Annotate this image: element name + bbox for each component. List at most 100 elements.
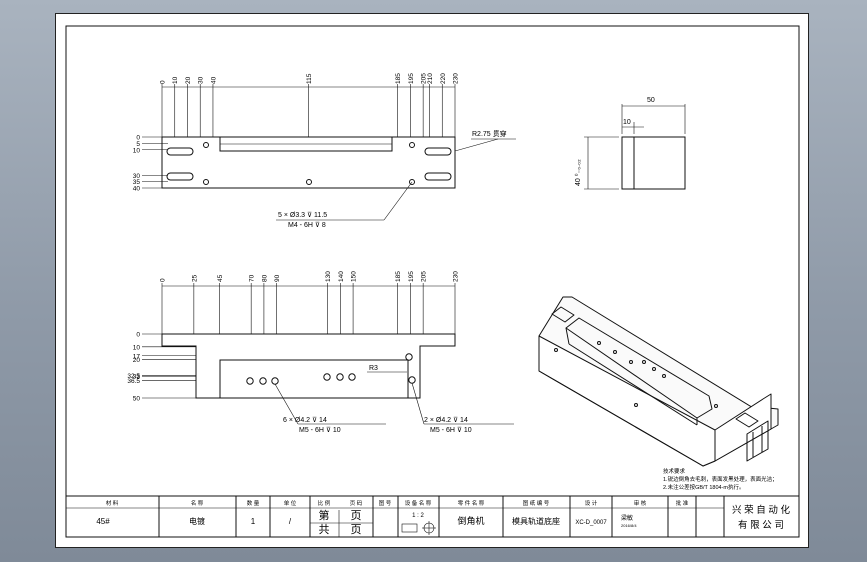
top-dim-label: 210 <box>427 73 434 84</box>
top-view-dimensions: 0 10 20 30 40 115 185 195 205 210 220 2300510303540 <box>133 73 460 193</box>
title-block-header: 设 备 名 称 <box>405 499 432 507</box>
title-block-header: 图 纸 编 号 <box>523 499 550 507</box>
hole <box>259 377 267 385</box>
title-block <box>66 495 799 537</box>
material-value: 45# <box>96 517 110 526</box>
front-view-pocket <box>219 359 409 399</box>
company-line-2: 有 限 公 司 <box>738 519 784 531</box>
title-block-header: 页 码 <box>350 499 363 507</box>
slot-bottom-right <box>424 172 452 181</box>
title-block-header: 数 量 <box>247 499 260 507</box>
front-dim-label: 205 <box>421 271 428 282</box>
title-block-header: 名 称 <box>191 499 204 507</box>
side-width-dim: 50 <box>647 97 655 104</box>
title-block-headers: 材 料名 称数 量单 位比 例页 码图 号设 备 名 称零 件 名 称图 纸 编… <box>106 499 689 507</box>
hole <box>408 376 416 384</box>
front-view <box>161 333 456 399</box>
front-dim-label: 45 <box>217 274 224 282</box>
hole <box>348 373 356 381</box>
title-block-header: 比 例 <box>318 499 331 507</box>
title-block-header: 材 料 <box>106 499 119 507</box>
sheet-label-1: 第 <box>319 508 330 522</box>
front-dim-label: 185 <box>395 271 402 282</box>
title-block-header: 单 位 <box>284 499 297 507</box>
scale-value: 1 : 2 <box>412 513 424 519</box>
notes-line-1: 1.锐边倒角去毛刺，表面发黑处理，表面光洁； <box>663 475 778 483</box>
top-dim-label: 0 <box>160 80 167 84</box>
front-dim-label: 25 <box>191 274 198 282</box>
notes-line-2: 2.未注公差按GB/T 1804-m执行。 <box>663 483 745 491</box>
radius-callout: R3 <box>369 365 378 372</box>
notes-title: 技术要求 <box>663 467 686 475</box>
hole <box>246 377 254 385</box>
front-dim-label: 130 <box>325 271 332 282</box>
part-name-value: 模具轨道底座 <box>512 516 560 526</box>
front-dim-label: 70 <box>249 274 256 282</box>
side-small-dim: 10 <box>623 119 631 126</box>
top-dim-label: 220 <box>440 73 447 84</box>
front-dim-label: 195 <box>408 271 415 282</box>
top-dim-label: 185 <box>395 73 402 84</box>
title-block-header: 设 计 <box>585 499 598 507</box>
side-view <box>584 104 686 190</box>
front-left-callout-1: 6 × Ø4.2 ⊽ 14 <box>283 416 327 424</box>
top-view-outline <box>161 136 456 189</box>
top-dim-label: 40 <box>133 186 141 193</box>
company-line-1: 兴 荣 自 动 化 <box>732 504 791 516</box>
hole-callout-line-1: 5 × Ø3.3 ⊽ 11.5 <box>278 211 327 219</box>
front-dim-label: 150 <box>351 271 358 282</box>
cad-viewport: 0 10 20 30 40 115 185 195 205 210 220 230 0 5 10 30 35 40… <box>0 0 867 562</box>
side-height-dim: 40 ⁰₋₀.₀₂ <box>574 159 582 186</box>
top-dim-label: 115 <box>306 73 313 84</box>
top-dim-label: 195 <box>408 73 415 84</box>
drawing-sheet: 0 10 20 30 40 115 185 195 205 210 220 230 0 5 10 30 35 40… <box>55 13 809 548</box>
hole <box>271 377 279 385</box>
title-block-header: 图 号 <box>379 499 392 507</box>
hole <box>323 373 331 381</box>
sheet-label-2: 页 <box>351 510 362 522</box>
top-dim-label: 10 <box>172 76 179 84</box>
front-dim-label: 50 <box>133 396 141 403</box>
hole <box>306 179 312 185</box>
top-dim-label: 10 <box>133 147 141 154</box>
drawing-no-value: XC-D_0007 <box>575 520 607 526</box>
drawing-canvas: 0 10 20 30 40 115 185 195 205 210 220 2300510303540… <box>65 25 800 538</box>
slot-top-left <box>166 147 194 156</box>
quantity-value: 1 <box>251 517 256 526</box>
front-view-outline <box>161 333 456 399</box>
title-block-header: 审 核 <box>634 499 647 507</box>
slot-top-right <box>424 147 452 156</box>
isometric-view <box>538 296 779 467</box>
title-block-header: 批 准 <box>676 499 689 507</box>
slot-callout: R2.75 贯穿 <box>472 129 507 138</box>
front-dim-label: 0 <box>136 332 140 339</box>
top-dim-label: 230 <box>453 73 460 84</box>
hole <box>336 373 344 381</box>
front-dim-label: 230 <box>453 271 460 282</box>
hole <box>405 353 413 361</box>
front-dim-label: 90 <box>274 274 281 282</box>
front-left-callout-2: M5 - 6H ⊽ 10 <box>299 426 341 434</box>
slot-bottom-left <box>166 172 194 181</box>
top-dim-label: 30 <box>198 76 205 84</box>
front-right-callout-1: 2 × Ø4.2 ⊽ 14 <box>424 416 468 424</box>
front-dim-label: 10 <box>133 344 141 351</box>
front-dim-label: 140 <box>338 271 345 282</box>
top-dim-label: 20 <box>185 76 192 84</box>
hole-callout-line-2: M4 - 6H ⊽ 8 <box>288 221 326 229</box>
front-right-callout-2: M5 - 6H ⊽ 10 <box>430 426 472 434</box>
top-dim-label: 40 <box>210 76 217 84</box>
sheet-label-3: 共 <box>319 523 330 536</box>
front-dim-label: 20 <box>133 357 141 364</box>
unit-value: / <box>289 517 292 526</box>
title-block-header: 零 件 名 称 <box>458 499 485 507</box>
front-dim-label: 80 <box>261 274 268 282</box>
finish-value: 电镀 <box>189 516 205 526</box>
sheet-label-4: 页 <box>351 524 362 536</box>
equipment-value: 倒角机 <box>457 515 484 526</box>
hole <box>203 142 209 148</box>
date-value: 2016/8/4 <box>621 523 637 528</box>
top-view <box>161 136 456 189</box>
front-dim-label: 36.5 <box>127 378 140 385</box>
side-view-outline <box>621 136 686 190</box>
